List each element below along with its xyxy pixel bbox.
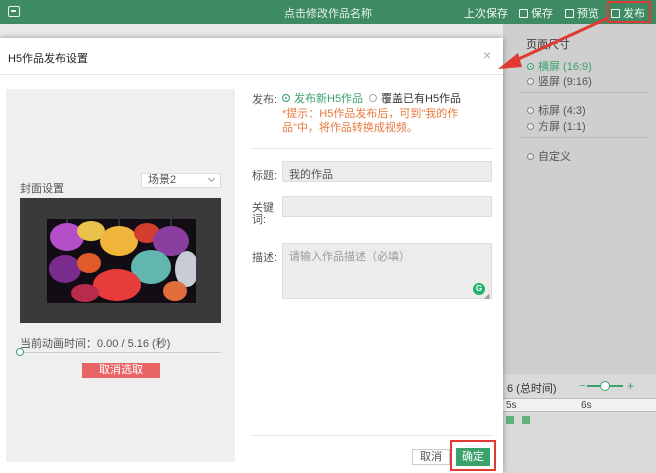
cover-preview [20, 198, 221, 323]
cancel-button[interactable]: 取消 [412, 449, 450, 465]
track-marker[interactable] [522, 416, 530, 424]
dialog-title: H5作品发布设置 [8, 53, 89, 65]
annotation-arrow-icon [498, 16, 609, 69]
publish-tip: *提示：H5作品发布后，可到"我的作品"中，将作品转换成视频。 [282, 108, 459, 134]
description-label: 描述: [252, 252, 278, 264]
timeline-panel: 6 (总时间) − + 5s 6s [503, 374, 656, 473]
cover-settings-pane: 封面设置 场景2 当前动画时间：0.00 / 5.16 (秒) 取消选取 [6, 89, 235, 462]
animation-time-handle[interactable] [16, 348, 24, 356]
radio-dot [527, 122, 534, 130]
description-textarea[interactable]: 请输入作品描述（必填） [282, 243, 492, 299]
cancel-selection-button[interactable]: 取消选取 [82, 363, 160, 378]
dialog-footer-divider [252, 435, 492, 436]
resize-handle-icon[interactable]: ◢ [484, 292, 489, 300]
radio-label: 发布新H5作品 [294, 93, 364, 105]
radio-dot [369, 94, 377, 102]
publish-settings-dialog: H5作品发布设置 × 封面设置 场景2 当前动画时间：0.00 / 5.16 (… [0, 38, 503, 473]
divider [252, 148, 492, 149]
size-option-standard[interactable]: 标屏 (4:3) [527, 102, 586, 118]
scene-select-value: 场景2 [148, 174, 177, 186]
size-option-label: 方屏 (1:1) [538, 121, 586, 133]
timeline-track[interactable] [503, 416, 656, 428]
radio-dot [282, 94, 290, 102]
divider [519, 137, 649, 138]
time-ruler[interactable]: 5s 6s [503, 398, 656, 412]
size-option-portrait[interactable]: 竖屏 (9:16) [527, 73, 592, 89]
title-input[interactable]: 我的作品 [282, 161, 492, 182]
size-option-label: 竖屏 (9:16) [538, 76, 592, 88]
animation-time-label: 当前动画时间：0.00 / 5.16 (秒) [20, 338, 171, 350]
radio-publish-new[interactable]: 发布新H5作品 [282, 90, 363, 106]
title-label: 标题: [252, 170, 278, 182]
zoom-in-icon[interactable]: + [627, 379, 634, 393]
ruler-label: 5s [506, 400, 517, 411]
size-option-label: 自定义 [538, 151, 571, 163]
divider [519, 92, 649, 93]
zoom-slider-handle[interactable] [600, 381, 610, 391]
chevron-down-icon [207, 174, 216, 183]
size-option-label: 标屏 (4:3) [538, 105, 586, 117]
size-option-square[interactable]: 方屏 (1:1) [527, 118, 586, 134]
track-marker[interactable] [506, 416, 514, 424]
ruler-label: 6s [581, 400, 592, 411]
scene-select[interactable]: 场景2 [141, 173, 221, 188]
total-time-label: 6 (总时间) [507, 383, 557, 395]
radio-dot [527, 106, 534, 114]
keywords-label: 关键词: [252, 202, 274, 226]
size-option-custom[interactable]: 自定义 [527, 148, 571, 164]
zoom-out-icon[interactable]: − [579, 380, 585, 392]
cover-settings-label: 封面设置 [20, 183, 64, 195]
cover-image-lanterns [47, 219, 196, 303]
radio-dot [527, 152, 534, 160]
dialog-header-divider [0, 74, 503, 75]
confirm-highlight-box [450, 440, 496, 471]
radio-overwrite-existing[interactable]: 覆盖已有H5作品 [369, 90, 461, 106]
animation-time-slider[interactable] [20, 352, 221, 353]
radio-label: 覆盖已有H5作品 [381, 93, 462, 105]
keywords-input[interactable] [282, 196, 492, 217]
radio-dot [527, 77, 534, 85]
publish-label: 发布: [252, 94, 278, 106]
